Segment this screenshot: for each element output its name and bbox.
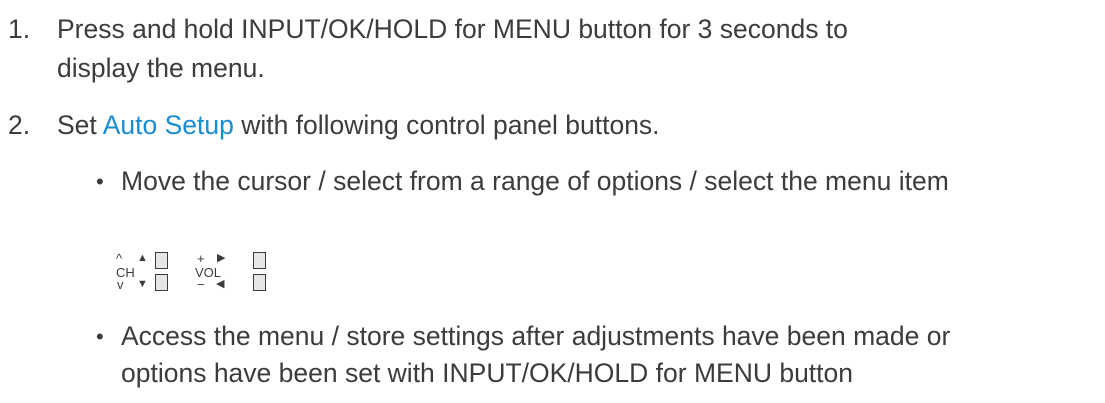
step-prefix: Set	[57, 110, 103, 140]
step-text-line1: Press and hold INPUT/OK/HOLD for MENU bu…	[57, 14, 848, 44]
step-text-line1: Set Auto Setup with following control pa…	[57, 108, 660, 143]
ch-up-button	[155, 252, 168, 269]
ch-up-caret-icon: ^	[116, 251, 123, 266]
bullet-icon: •	[96, 169, 104, 194]
bullet-text: Move the cursor / select from a range of…	[121, 166, 949, 196]
ch-down-caret-icon: v	[117, 277, 124, 292]
bullet-text-line1: Access the menu / store settings after a…	[121, 321, 951, 351]
vol-minus-icon: −	[197, 277, 205, 292]
step-text-line2: display the menu.	[57, 53, 265, 83]
vol-plus-icon: +	[197, 251, 205, 266]
bullet-text-line2: options have been set with INPUT/OK/HOLD…	[121, 358, 854, 388]
triangle-right-icon: ▶	[217, 252, 226, 264]
step-number: 2.	[8, 110, 31, 140]
bullet-icon: •	[96, 324, 104, 349]
vol-plus-button	[253, 252, 266, 269]
control-panel-buttons-illustration: ^ CH v ▲ ▼ + VOL − ▶ ◀	[116, 252, 286, 292]
step-number: 1.	[8, 14, 31, 44]
triangle-left-icon: ◀	[216, 278, 225, 290]
auto-setup-link[interactable]: Auto Setup	[103, 110, 234, 140]
triangle-down-icon: ▼	[137, 278, 148, 290]
vol-minus-button	[253, 274, 266, 291]
step-suffix: with following control panel buttons.	[233, 110, 660, 140]
ch-down-button	[155, 274, 168, 291]
triangle-up-icon: ▲	[137, 252, 148, 264]
